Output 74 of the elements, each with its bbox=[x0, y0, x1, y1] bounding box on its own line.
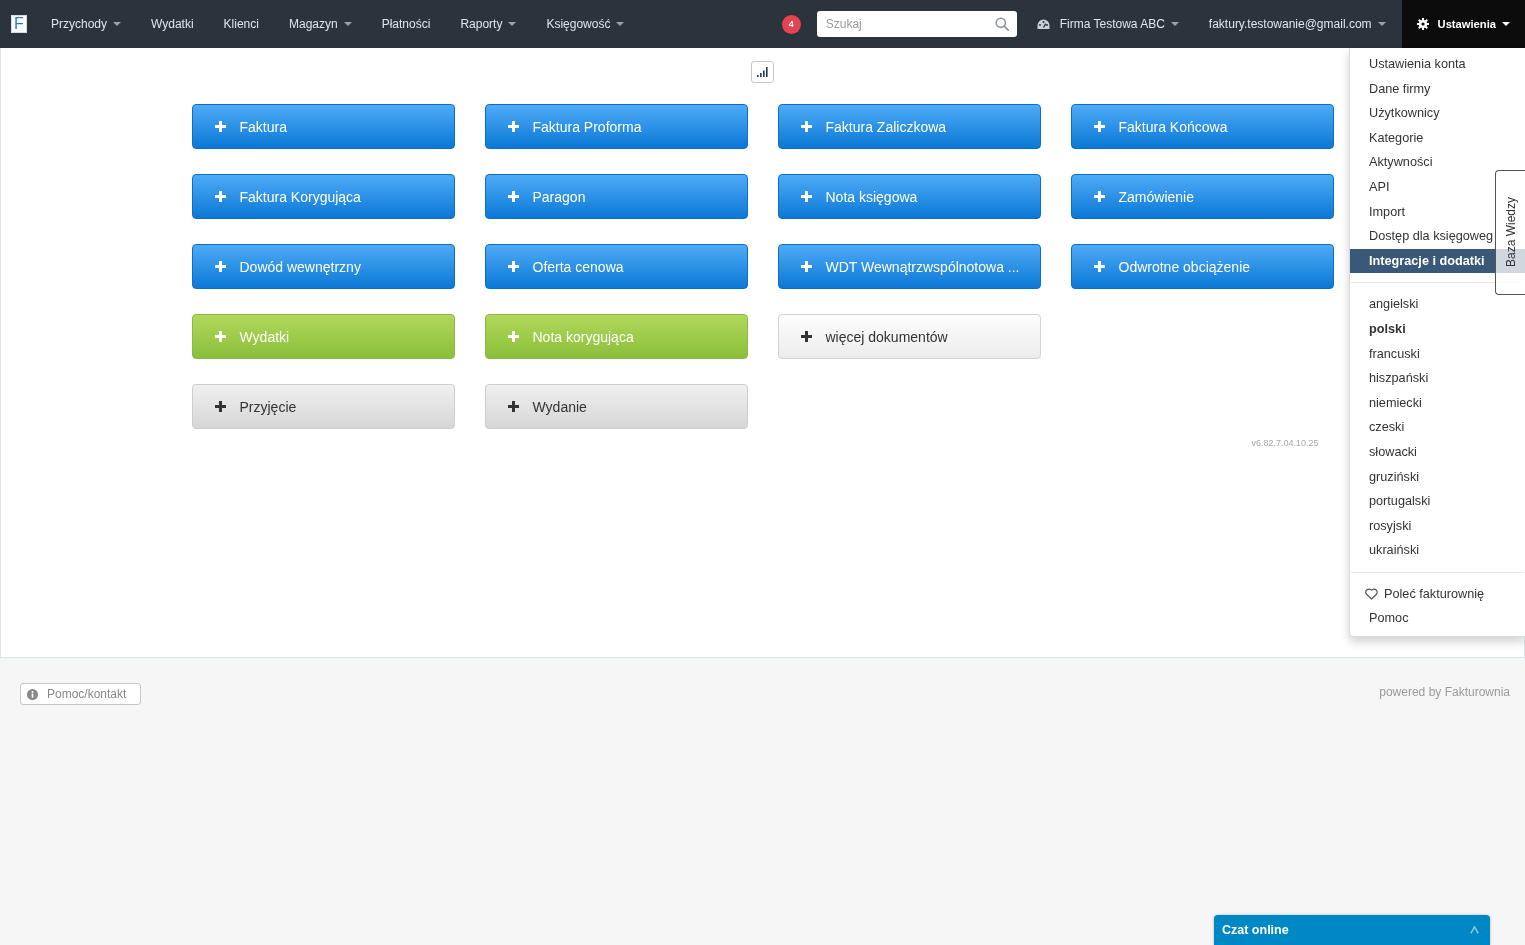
recommend-link[interactable]: Poleć fakturownię bbox=[1350, 581, 1525, 607]
search-icon bbox=[994, 17, 1009, 31]
search-field[interactable]: Szukaj bbox=[816, 11, 1017, 37]
plus-icon bbox=[214, 401, 226, 412]
settings-menu-item[interactable]: Dostęp dla księgoweg bbox=[1350, 224, 1494, 249]
help-contact-button[interactable]: Pomoc/kontakt bbox=[20, 683, 142, 705]
nav-menu-item[interactable]: Klienci bbox=[208, 0, 274, 48]
plus-icon bbox=[507, 121, 519, 132]
settings-menu-item[interactable]: Ustawienia konta bbox=[1350, 52, 1494, 77]
help-link[interactable]: Pomoc bbox=[1350, 606, 1525, 632]
plus-icon bbox=[214, 261, 226, 272]
account-menu[interactable]: faktury.testowanie@gmail.com bbox=[1193, 0, 1402, 48]
nav-menu-item[interactable]: Przychody bbox=[36, 0, 137, 48]
new-document-button[interactable]: więcej dokumentów bbox=[777, 314, 1041, 359]
plus-icon bbox=[507, 331, 519, 342]
plus-icon bbox=[800, 331, 812, 342]
gauge-icon bbox=[1036, 18, 1050, 30]
notification-badge[interactable]: 4 bbox=[781, 14, 801, 34]
settings-menu[interactable]: Ustawienia bbox=[1401, 0, 1525, 48]
plus-icon bbox=[507, 261, 519, 272]
powered-by-text: powered by Fakturownia bbox=[1379, 685, 1510, 699]
knowledge-base-tab[interactable]: Baza Wiedzy bbox=[1495, 170, 1525, 295]
settings-menu-item[interactable]: Dane firmy bbox=[1350, 76, 1494, 102]
nav-menu-item[interactable]: Raporty bbox=[445, 0, 532, 48]
chat-bar[interactable]: Czat online bbox=[1214, 915, 1490, 945]
language-option[interactable]: portugalski bbox=[1350, 489, 1525, 514]
settings-menu-item[interactable]: Aktywności bbox=[1350, 150, 1494, 175]
settings-menu-item[interactable]: Kategorie bbox=[1350, 125, 1494, 151]
caret-icon bbox=[508, 22, 517, 26]
language-option[interactable]: niemiecki bbox=[1350, 390, 1525, 416]
bar-chart-icon bbox=[757, 67, 768, 77]
settings-icon bbox=[1416, 18, 1429, 30]
settings-menu-item[interactable]: Użytkownicy bbox=[1350, 101, 1494, 126]
language-option[interactable]: gruziński bbox=[1350, 464, 1525, 490]
plus-icon bbox=[507, 401, 519, 412]
caret-icon bbox=[1170, 22, 1179, 26]
caret-icon bbox=[1377, 22, 1386, 26]
language-option[interactable]: czeski bbox=[1350, 415, 1525, 440]
caret-icon bbox=[616, 22, 625, 26]
caret-icon bbox=[343, 22, 352, 26]
new-document-button[interactable]: Przyjęcie bbox=[191, 384, 455, 429]
language-option[interactable]: polski bbox=[1350, 316, 1525, 342]
plus-icon bbox=[1093, 121, 1105, 132]
chevron-up-icon bbox=[1470, 926, 1479, 934]
stats-button[interactable] bbox=[751, 61, 774, 83]
settings-menu-item[interactable]: API bbox=[1350, 174, 1494, 200]
language-option[interactable]: słowacki bbox=[1350, 439, 1525, 465]
plus-icon bbox=[214, 191, 226, 202]
plus-icon bbox=[800, 191, 812, 202]
plus-icon bbox=[214, 331, 226, 342]
company-menu[interactable]: Firma Testowa ABC bbox=[1016, 0, 1194, 48]
language-option[interactable]: rosyjski bbox=[1350, 513, 1525, 539]
nav-menu-item[interactable]: Księgowość bbox=[531, 0, 640, 48]
plus-icon bbox=[800, 261, 812, 272]
nav-menu-item[interactable]: Wydatki bbox=[136, 0, 209, 48]
app-logo[interactable]: F bbox=[11, 15, 27, 33]
caret-icon bbox=[1502, 22, 1510, 26]
plus-icon bbox=[507, 191, 519, 202]
nav-menu-item[interactable]: Płatności bbox=[366, 0, 446, 48]
info-icon bbox=[27, 688, 38, 700]
plus-icon bbox=[214, 121, 226, 132]
language-option[interactable]: ukraiński bbox=[1350, 538, 1525, 563]
heart-icon bbox=[1365, 588, 1378, 601]
nav-menu-item[interactable]: Magazyn bbox=[273, 0, 367, 48]
caret-icon bbox=[113, 22, 122, 26]
plus-icon bbox=[800, 121, 812, 132]
settings-menu-item[interactable]: Import bbox=[1350, 199, 1494, 225]
language-option[interactable]: angielski bbox=[1350, 292, 1525, 317]
plus-icon bbox=[1093, 261, 1105, 272]
plus-icon bbox=[1093, 191, 1105, 202]
version-label: v6.82.7.04.10.25 bbox=[1251, 438, 1319, 448]
language-option[interactable]: hiszpański bbox=[1350, 366, 1525, 391]
new-document-button[interactable]: Wydanie bbox=[484, 384, 748, 429]
language-option[interactable]: francuski bbox=[1350, 341, 1525, 367]
